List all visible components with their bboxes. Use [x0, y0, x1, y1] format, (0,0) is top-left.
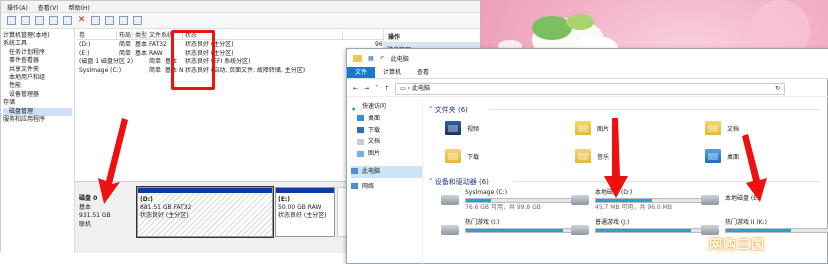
arrow-disk-icon [98, 118, 128, 204]
annotation-arrows [98, 118, 767, 204]
arrow-drive-e-icon [742, 134, 767, 202]
watermark-logo: 网购三国 [709, 238, 766, 253]
arrow-drive-d-icon [604, 118, 628, 198]
